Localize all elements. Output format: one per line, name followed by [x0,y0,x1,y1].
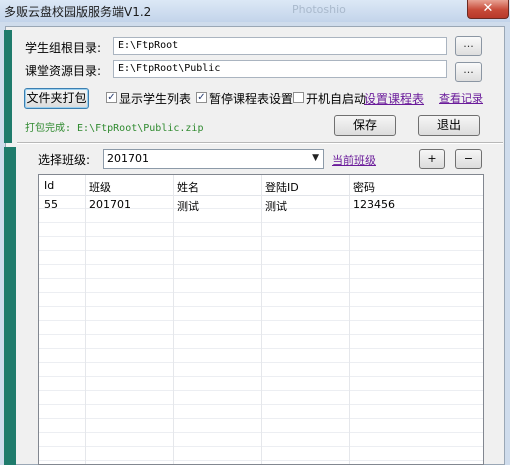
course-resource-browse-button[interactable]: ... [455,62,482,82]
cell-id: 55 [44,198,58,211]
student-root-browse-button[interactable]: ... [455,36,482,56]
pause-schedule-checkbox[interactable]: ✓ [196,92,207,103]
accent-bar-bottom [4,147,16,465]
column-header-class[interactable]: 班级 [89,179,111,195]
view-log-link[interactable]: 查看记录 [439,90,483,106]
student-root-input[interactable]: E:\FtpRoot [113,37,447,55]
close-button[interactable]: ✕ [467,0,509,19]
save-button[interactable]: 保存 [334,115,396,136]
autostart-label: 开机自启动 [306,92,367,106]
cell-name: 测试 [177,200,199,213]
show-students-label: 显示学生列表 [119,92,192,106]
cell-login-id: 测试 [265,200,287,213]
pause-schedule-label: 暂停课程表设置 [209,92,294,106]
column-separator [349,175,350,464]
add-class-button[interactable]: + [419,149,445,169]
section-divider [17,142,503,144]
column-separator [173,175,174,464]
autostart-checkbox[interactable] [293,92,304,103]
column-separator [85,175,86,464]
column-header-id[interactable]: Id [44,179,54,192]
course-resource-label: 课堂资源目录: [25,64,102,78]
accent-bar-top [4,30,12,143]
dropdown-arrow-icon: ▼ [312,153,319,163]
exit-button[interactable]: 退出 [418,115,480,136]
class-select-value: 201701 [107,152,149,165]
column-header-password[interactable]: 密码 [353,179,375,195]
column-header-login-id[interactable]: 登陆ID [265,179,299,195]
show-students-checkbox[interactable]: ✓ [106,92,117,103]
pack-folder-button[interactable]: 文件夹打包 [24,88,89,109]
student-table[interactable]: Id 班级 姓名 登陆ID 密码 55 201701 测试 测试 123456 [38,174,484,465]
set-schedule-link[interactable]: 设置课程表 [364,90,424,107]
cell-password: 123456 [353,198,395,211]
student-root-label: 学生组根目录: [25,41,102,55]
window-title: 多贩云盘校园版服务端V1.2 [4,5,152,19]
title-bar: 多贩云盘校园版服务端V1.2 Photoshio ✕ [0,0,510,22]
status-message: 打包完成: E:\FtpRoot\Public.zip [25,123,204,134]
select-class-label: 选择班级: [38,153,91,167]
background-window-ghost-text: Photoshio [292,3,346,16]
remove-class-button[interactable]: − [455,149,482,169]
class-select[interactable]: 201701 ▼ [103,149,324,169]
cell-class: 201701 [89,198,131,211]
course-resource-input[interactable]: E:\FtpRoot\Public [113,60,447,78]
current-class-link[interactable]: 当前班级 [332,152,376,168]
column-separator [261,175,262,464]
column-header-name[interactable]: 姓名 [177,179,199,195]
